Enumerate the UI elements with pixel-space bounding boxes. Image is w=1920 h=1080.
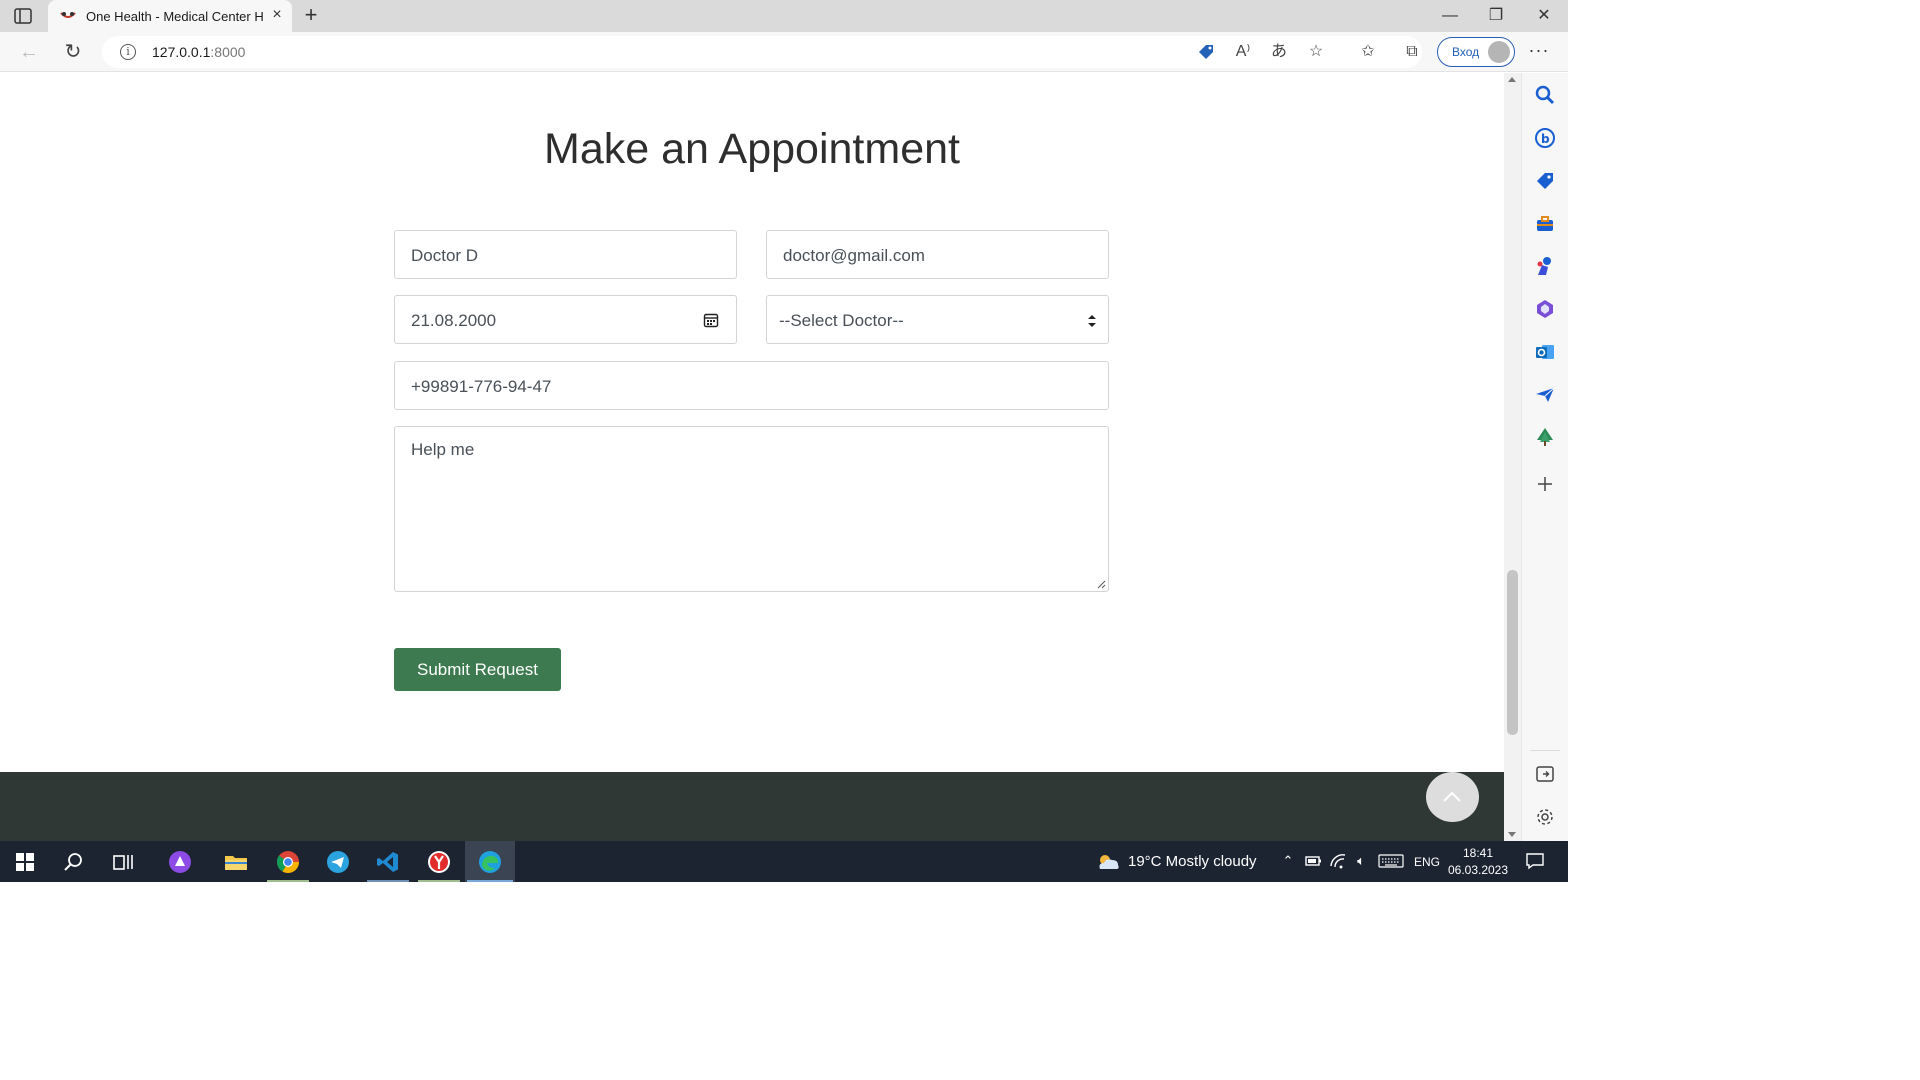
- telegram-icon[interactable]: [325, 849, 351, 875]
- add-icon[interactable]: [1534, 473, 1556, 495]
- edge-sidebar: b: [1521, 73, 1568, 841]
- profile-login-button[interactable]: Вход: [1437, 37, 1515, 67]
- chevron-up-icon[interactable]: ⌃: [1279, 852, 1297, 870]
- tab-title: One Health - Medical Center HTML: [86, 9, 264, 24]
- favorites-icon[interactable]: ✩: [1357, 41, 1379, 63]
- close-tab-icon[interactable]: ×: [268, 6, 286, 24]
- split-screen-icon[interactable]: [1534, 763, 1556, 785]
- add-favorite-icon[interactable]: ☆: [1305, 41, 1327, 63]
- tree-icon[interactable]: [1534, 426, 1556, 448]
- settings-icon[interactable]: [1534, 806, 1556, 828]
- date-input[interactable]: 21.08.2000: [394, 295, 737, 344]
- outlook-icon[interactable]: [1534, 341, 1556, 363]
- svg-text:b: b: [1541, 132, 1550, 146]
- yandex-active-indicator: [418, 880, 460, 882]
- alice-assistant-icon[interactable]: [167, 849, 193, 875]
- search-icon[interactable]: [61, 849, 87, 875]
- input-language[interactable]: ENG: [1414, 855, 1440, 869]
- url-text[interactable]: 127.0.0.1:8000: [152, 44, 245, 60]
- edge-active-indicator: [467, 880, 513, 882]
- sidebar-divider: [1530, 750, 1560, 751]
- reload-icon[interactable]: ↻: [62, 41, 84, 63]
- yandex-browser-icon[interactable]: [426, 849, 452, 875]
- browser-toolbar: ← ↻ i 127.0.0.1:8000 A⁾ あ ☆ ✩ ⧉ Вход ···: [0, 32, 1568, 72]
- info-icon[interactable]: i: [120, 44, 136, 60]
- volume-icon[interactable]: 🔈︎: [1352, 852, 1370, 870]
- task-view-icon[interactable]: [110, 849, 136, 875]
- scroll-to-top-button[interactable]: [1426, 772, 1479, 822]
- message-textarea[interactable]: Help me: [394, 426, 1109, 592]
- bing-icon[interactable]: b: [1534, 127, 1556, 149]
- windows-taskbar: 19°C Mostly cloudy ⌃ 🔈︎ ENG 18:41 06.03.…: [0, 841, 1568, 882]
- office-icon[interactable]: [1534, 298, 1556, 320]
- toolbox-icon[interactable]: [1534, 213, 1556, 235]
- more-options-icon[interactable]: ···: [1528, 41, 1550, 63]
- page-scrollbar[interactable]: [1504, 73, 1521, 841]
- doctor-select[interactable]: --Select Doctor--: [766, 295, 1109, 344]
- avatar: [1488, 41, 1510, 63]
- scrollbar-thumb[interactable]: [1507, 570, 1518, 735]
- scroll-up-arrow-icon[interactable]: [1508, 77, 1516, 82]
- back-arrow-icon[interactable]: ←: [18, 41, 40, 63]
- read-aloud-icon[interactable]: A⁾: [1232, 41, 1254, 63]
- vscode-active-indicator: [367, 880, 409, 882]
- clock-time: 18:41: [1462, 846, 1494, 860]
- weather-cloudy-icon[interactable]: [1094, 849, 1122, 875]
- chrome-active-indicator: [267, 880, 309, 882]
- wifi-icon[interactable]: [1329, 852, 1347, 870]
- windows-start-icon[interactable]: [12, 849, 38, 875]
- battery-icon[interactable]: [1304, 852, 1322, 870]
- tab-actions-icon[interactable]: [14, 8, 32, 24]
- keyboard-icon[interactable]: [1378, 852, 1404, 870]
- page-footer: [0, 772, 1504, 841]
- shopping-tag-icon[interactable]: [1195, 41, 1217, 63]
- search-icon[interactable]: [1534, 84, 1556, 106]
- browser-title-bar: One Health - Medical Center HTML × + — ❐…: [0, 0, 1568, 32]
- chrome-icon[interactable]: [275, 849, 301, 875]
- close-window-button[interactable]: ✕: [1534, 6, 1554, 26]
- favicon-icon: [60, 12, 76, 18]
- translate-icon[interactable]: あ: [1268, 41, 1290, 63]
- games-icon[interactable]: [1534, 255, 1556, 277]
- clock[interactable]: 18:41 06.03.2023: [1446, 845, 1510, 879]
- browser-tab[interactable]: One Health - Medical Center HTML ×: [48, 0, 292, 32]
- edge-icon[interactable]: [477, 849, 503, 875]
- minimize-button[interactable]: —: [1440, 6, 1460, 26]
- email-input[interactable]: doctor@gmail.com: [766, 230, 1109, 279]
- chevron-up-icon: [1443, 792, 1461, 802]
- submit-request-button[interactable]: Submit Request: [394, 648, 561, 691]
- name-input[interactable]: Doctor D: [394, 230, 737, 279]
- page-viewport: Make an Appointment Doctor D doctor@gmai…: [0, 73, 1504, 841]
- send-icon[interactable]: [1534, 384, 1556, 406]
- clock-date: 06.03.2023: [1447, 863, 1509, 877]
- calendar-icon[interactable]: [703, 312, 719, 328]
- select-arrows-icon: [1088, 315, 1096, 327]
- collections-icon[interactable]: ⧉: [1401, 41, 1423, 63]
- phone-input[interactable]: +99891-776-94-47: [394, 361, 1109, 410]
- restore-button[interactable]: ❐: [1486, 6, 1506, 26]
- resize-grip-icon[interactable]: [1096, 579, 1106, 589]
- file-explorer-icon[interactable]: [223, 849, 249, 875]
- scroll-down-arrow-icon[interactable]: [1508, 832, 1516, 837]
- shopping-tag-icon[interactable]: [1534, 170, 1556, 192]
- new-tab-button[interactable]: +: [300, 4, 322, 26]
- page-title: Make an Appointment: [544, 125, 960, 173]
- weather-text[interactable]: 19°C Mostly cloudy: [1128, 853, 1257, 870]
- notifications-icon[interactable]: [1525, 852, 1545, 870]
- address-bar[interactable]: i 127.0.0.1:8000: [102, 36, 1422, 68]
- vscode-icon[interactable]: [375, 849, 401, 875]
